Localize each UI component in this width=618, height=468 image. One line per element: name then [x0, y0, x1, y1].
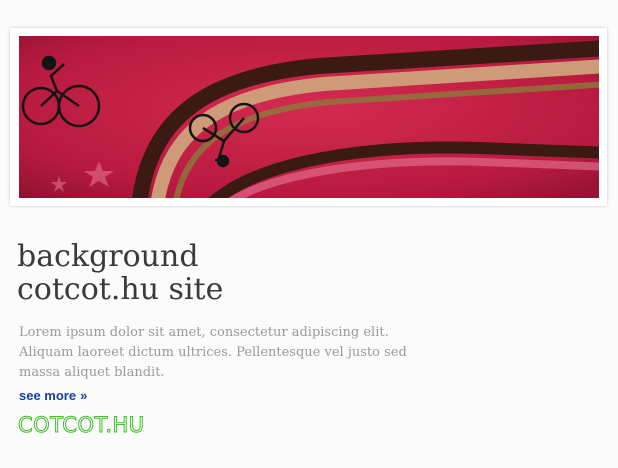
body-paragraph: Lorem ipsum dolor sit amet, consectetur …	[19, 325, 407, 380]
page: background cotcot.hu site Lorem ipsum do…	[0, 0, 618, 468]
chevron-right-icon: »	[80, 388, 88, 403]
see-more-link[interactable]: see more»	[19, 388, 87, 403]
title-line-2: cotcot.hu site	[17, 272, 224, 307]
see-more-label: see more	[19, 388, 77, 403]
title-line-1: background	[17, 239, 199, 274]
banner-image	[19, 36, 599, 198]
page-title: background cotcot.hu site	[17, 240, 417, 306]
banner-frame	[10, 28, 607, 206]
cotcot-logo: COTCOT.HU	[18, 413, 145, 438]
